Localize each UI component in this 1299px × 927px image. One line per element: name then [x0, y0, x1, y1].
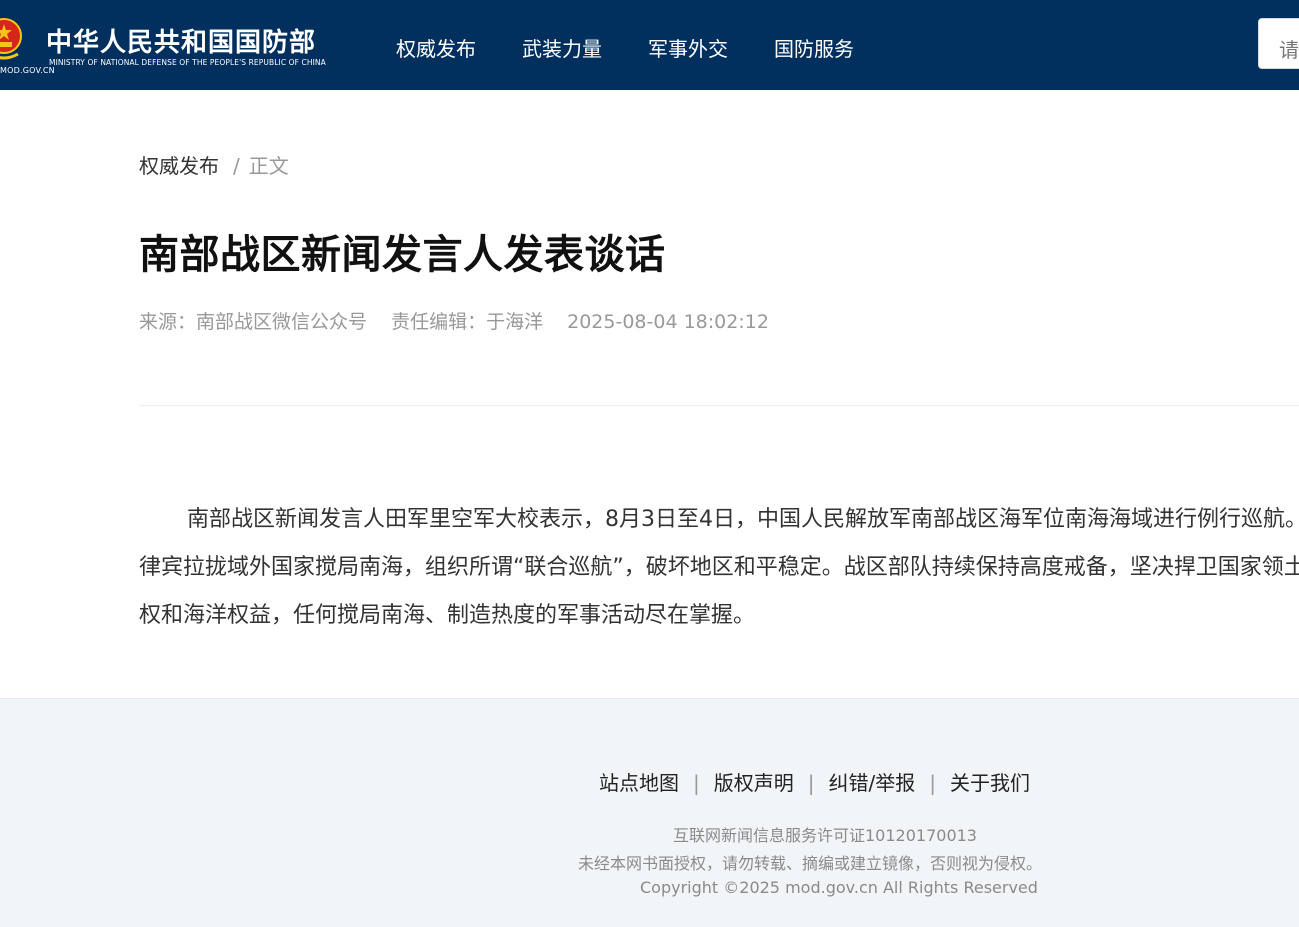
- domain-label: MOD.GOV.CN: [0, 66, 55, 75]
- footer-separator: |: [929, 771, 936, 795]
- footer-copyright: Copyright ©2025 mod.gov.cn All Rights Re…: [640, 878, 1038, 897]
- article-meta: 来源：南部战区微信公众号 责任编辑：于海洋 2025-08-04 18:02:1…: [139, 307, 787, 334]
- footer-link-about-us[interactable]: 关于我们: [950, 771, 1030, 795]
- article-body-paragraph: 南部战区新闻发言人田军里空军大校表示，8月3日至4日，中国人民解放军南部战区海军…: [139, 507, 1299, 628]
- footer-separator: |: [807, 771, 815, 795]
- footer-link-copyright[interactable]: 版权声明: [714, 771, 794, 795]
- article-body-container: 南部战区新闻发言人田军里空军大校表示，8月3日至4日，中国人民解放军南部战区海军…: [0, 480, 1299, 660]
- article-source: 来源：南部战区微信公众号: [139, 311, 368, 333]
- footer-links: 站点地图 | 版权声明 | 纠错/举报 | 关于我们: [0, 767, 1299, 796]
- footer-link-sitemap[interactable]: 站点地图: [599, 771, 679, 795]
- main-nav: 权威发布 武装力量 军事外交 国防服务: [396, 33, 900, 62]
- breadcrumb-separator: /: [233, 154, 240, 178]
- article-title: 南部战区新闻发言人发表谈话: [139, 232, 666, 278]
- site-header: MOD.GOV.CN 中华人民共和国国防部 MINISTRY OF NATION…: [0, 0, 1299, 90]
- content-divider: [139, 405, 1299, 406]
- search-input[interactable]: [1258, 18, 1299, 69]
- nav-item-defense-services[interactable]: 国防服务: [774, 33, 854, 62]
- breadcrumb-link-authoritative-release[interactable]: 权威发布: [139, 154, 219, 178]
- nav-item-military-diplomacy[interactable]: 军事外交: [648, 33, 728, 62]
- nav-item-armed-forces[interactable]: 武装力量: [522, 33, 602, 62]
- site-title[interactable]: 中华人民共和国国防部: [46, 22, 316, 59]
- footer-license: 互联网新闻信息服务许可证10120170013: [673, 826, 977, 845]
- site-subtitle: MINISTRY OF NATIONAL DEFENSE OF THE PEOP…: [49, 58, 326, 67]
- site-footer: 站点地图 | 版权声明 | 纠错/举报 | 关于我们 互联网新闻信息服务许可证1012017…: [0, 698, 1299, 927]
- article-editor: 责任编辑：于海洋: [391, 311, 544, 333]
- breadcrumb-current: 正文: [248, 154, 289, 178]
- footer-link-report[interactable]: 纠错/举报: [829, 771, 916, 795]
- national-emblem-icon[interactable]: [0, 16, 22, 62]
- article-datetime: 2025-08-04 18:02:12: [567, 311, 769, 333]
- breadcrumb: 权威发布 / 正文: [139, 150, 289, 179]
- nav-item-authoritative-release[interactable]: 权威发布: [396, 33, 476, 62]
- footer-separator: |: [693, 771, 700, 795]
- footer-notice: 未经本网书面授权，请勿转载、摘编或建立镜像，否则视为侵权。: [578, 854, 1043, 873]
